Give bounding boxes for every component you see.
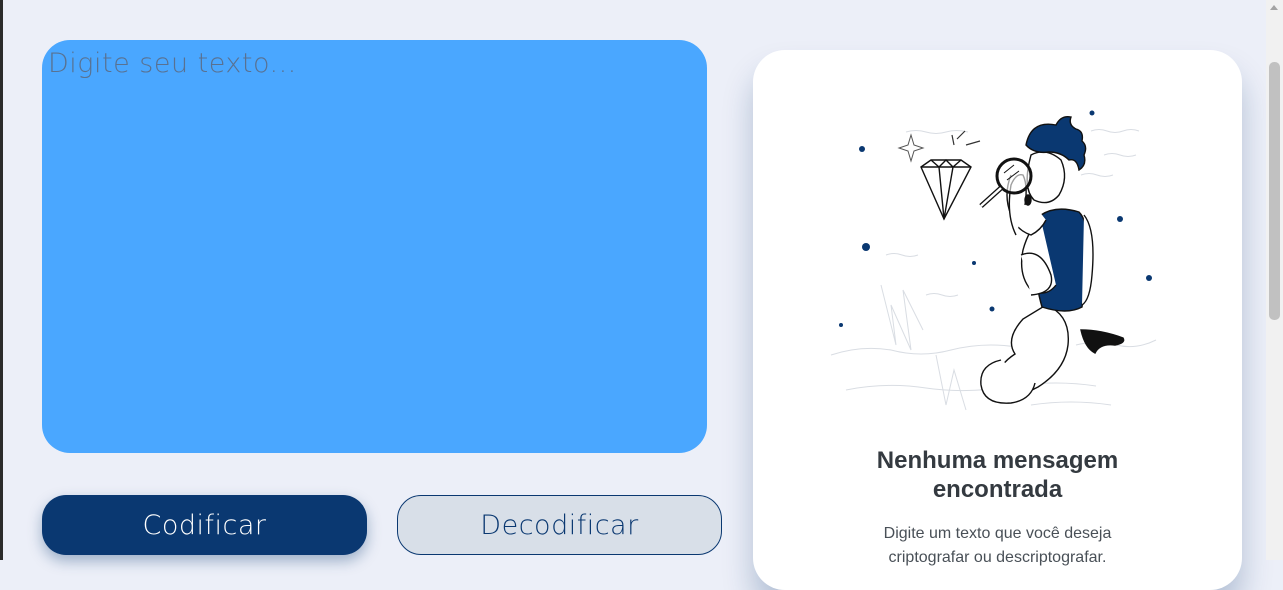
empty-state-title-line1: Nenhuma mensagem xyxy=(876,447,1119,474)
empty-state-title-line2: encontrada xyxy=(932,476,1063,503)
output-panel: Nenhuma mensagem encontrada Digite um te… xyxy=(753,50,1242,590)
empty-state-text-line2: criptografar ou descriptografar. xyxy=(888,549,1107,566)
vertical-scrollbar[interactable] xyxy=(1266,0,1283,560)
encode-button[interactable]: Codificar xyxy=(42,495,367,555)
person-searching-diamond-illustration xyxy=(830,110,1157,411)
empty-state-text: Digite um texto que você deseja criptogr… xyxy=(753,522,1242,570)
window-left-edge xyxy=(0,0,3,560)
message-input[interactable] xyxy=(42,40,707,453)
scroll-up-arrow-icon[interactable] xyxy=(1270,5,1278,10)
scrollbar-thumb[interactable] xyxy=(1269,62,1280,320)
decode-button[interactable]: Decodificar xyxy=(397,495,722,555)
empty-state-title: Nenhuma mensagem encontrada xyxy=(753,446,1242,504)
empty-state-text-line1: Digite um texto que você deseja xyxy=(883,525,1112,542)
